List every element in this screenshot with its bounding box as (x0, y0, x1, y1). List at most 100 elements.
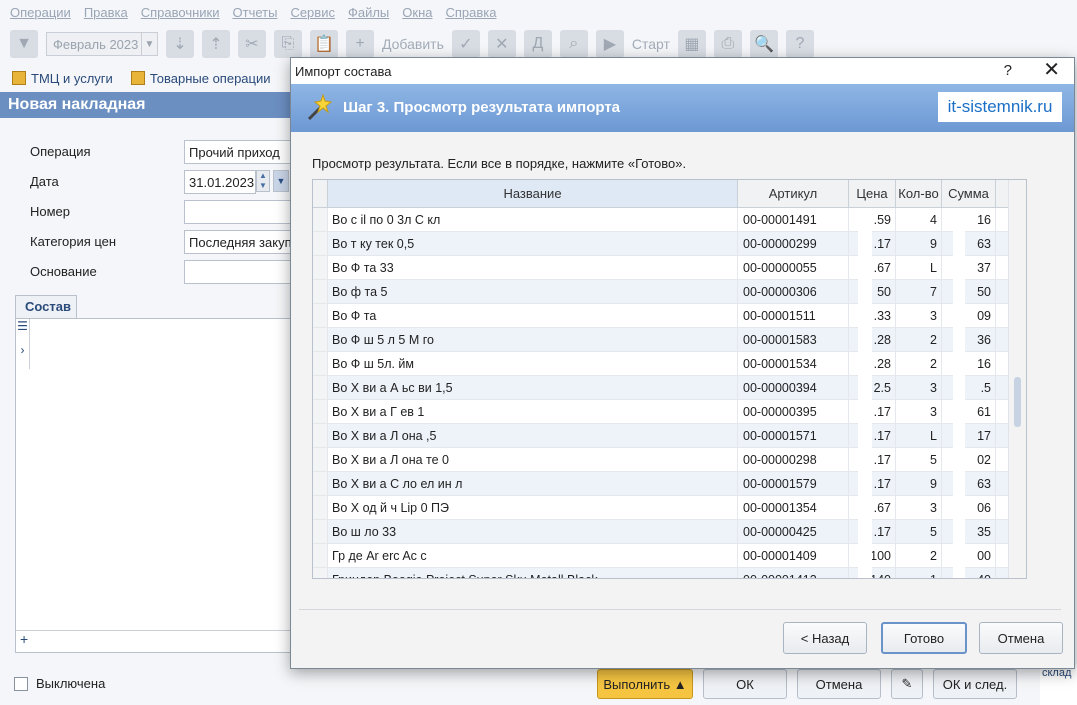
basis-field[interactable] (184, 260, 300, 284)
cell-sum: 16 (942, 352, 996, 375)
cut-icon[interactable]: ✂ (238, 30, 266, 58)
number-field[interactable] (184, 200, 300, 224)
table-row[interactable]: Во с il по 0 3л С кл 00-00001491.59 4 16 (313, 208, 1026, 232)
table-row[interactable]: Во ш ло 33 00-00000425.17 5 35 (313, 520, 1026, 544)
done-button[interactable]: Готово (881, 622, 967, 654)
date-spinner[interactable]: ▲ ▼ (256, 170, 270, 192)
copy-icon[interactable]: ⎘ (274, 30, 302, 58)
play-icon[interactable]: ▶ (595, 30, 624, 58)
cell-name: Во Ф та (328, 304, 738, 327)
scrollbar-thumb[interactable] (1014, 377, 1021, 427)
column-price[interactable]: Цена (849, 180, 896, 207)
execute-button[interactable]: Выполнить ▲ (597, 669, 693, 699)
check-icon[interactable]: ✓ (451, 30, 480, 58)
calculator-icon[interactable]: ▦ (677, 30, 706, 58)
price-category-field[interactable]: Последняя закуп (184, 230, 300, 254)
filter-icon[interactable]: ▼ (10, 30, 38, 58)
tab-sostav[interactable]: Состав (15, 295, 77, 319)
debit-credit-icon[interactable]: Д (523, 30, 552, 58)
start-label[interactable]: Старт (632, 36, 670, 52)
table-row[interactable]: Во Х ви а Л она те 0 00-00000298.17 5 02 (313, 448, 1026, 472)
menu-item-windows[interactable]: Окна (402, 5, 432, 20)
cancel-button[interactable]: Отмена (979, 622, 1063, 654)
menu-lines-icon[interactable]: ☰ (16, 319, 29, 333)
cell-sku: 00-00000425 (738, 520, 849, 543)
table-row[interactable]: Во Х ви а А ьс ви 1,5 00-00000394 2.5 3.5 (313, 376, 1026, 400)
table-row[interactable]: Во Ф ш 5л. йм 00-00001534.28 2 16 (313, 352, 1026, 376)
cell-price: .28 (849, 328, 896, 351)
row-selector (313, 328, 328, 351)
cell-name: Во Ф та 33 (328, 256, 738, 279)
cell-name: Во Х ви а А ьс ви 1,5 (328, 376, 738, 399)
table-row[interactable]: Гриндер Boogie Project Super Sku Metall … (313, 568, 1026, 578)
delete-icon[interactable]: ✕ (487, 30, 516, 58)
row-selector (313, 400, 328, 423)
row-selector (313, 544, 328, 567)
column-sku[interactable]: Артикул (738, 180, 849, 207)
operation-field[interactable]: Прочий приход (184, 140, 300, 164)
dialog-titlebar: Импорт состава ? ✕ (291, 58, 1074, 84)
menu-item-edit[interactable]: Правка (84, 5, 128, 20)
date-field[interactable]: 31.01.2023 (184, 170, 256, 194)
cell-price: .17 (849, 400, 896, 423)
table-row[interactable]: Во т ку тек 0,5 00-00000299.17 9 63 (313, 232, 1026, 256)
table-row[interactable]: Во Ф ш 5 л 5 М го 00-00001583.28 2 36 (313, 328, 1026, 352)
column-name[interactable]: Название (328, 180, 738, 207)
cell-price: .17 (849, 520, 896, 543)
menu-item-operations[interactable]: Операции (10, 5, 71, 20)
menu-item-references[interactable]: Справочники (141, 5, 220, 20)
table-row[interactable]: Во Ф та 00-00001511.33 3 09 (313, 304, 1026, 328)
cell-sum: 16 (942, 208, 996, 231)
printer-icon[interactable]: ⎙ (713, 30, 742, 58)
menu-item-files[interactable]: Файлы (348, 5, 389, 20)
preview-icon[interactable]: 🔍 (749, 30, 778, 58)
table-row[interactable]: Во Х ви а Л она ,5 00-00001571.17 L 17 (313, 424, 1026, 448)
add-row-icon[interactable]: + (16, 630, 304, 652)
cell-sum: 63 (942, 472, 996, 495)
tab-goods-services[interactable]: ТМЦ и услуги (12, 71, 113, 86)
vertical-scrollbar[interactable] (1008, 180, 1026, 578)
column-qty[interactable]: Кол-во (896, 180, 942, 207)
column-sum[interactable]: Сумма (942, 180, 996, 207)
paste-icon[interactable]: 📋 (310, 30, 338, 58)
ok-next-button[interactable]: ОК и след. (933, 669, 1017, 699)
cell-sku: 00-00001354 (738, 496, 849, 519)
table-row[interactable]: Во Х ви а С ло ел ин л 00-00001579.17 9 63 (313, 472, 1026, 496)
period-select[interactable]: Февраль 2023 ▼ (46, 32, 158, 56)
cell-sum: 50 (942, 280, 996, 303)
table-row[interactable]: Во Ф та 33 00-00000055.67 L 37 (313, 256, 1026, 280)
plus-icon[interactable]: + (346, 30, 374, 58)
export-icon[interactable]: ⇡ (202, 30, 230, 58)
ok-button[interactable]: ОК (703, 669, 787, 699)
table-row[interactable]: Во Х од й ч Lip 0 ПЭ 00-00001354.67 3 06 (313, 496, 1026, 520)
tab-goods-operations[interactable]: Товарные операции (130, 70, 271, 86)
add-label[interactable]: Добавить (382, 36, 444, 52)
table-row[interactable]: Гр де Ar erc Ac c 00-00001409 100 2 00 (313, 544, 1026, 568)
cell-sku: 00-00001579 (738, 472, 849, 495)
pen-icon[interactable]: ✎ (891, 669, 923, 699)
period-value: Февраль 2023 (53, 36, 139, 52)
cell-qty: 4 (896, 208, 942, 231)
date-label: Дата (30, 174, 59, 189)
import-icon[interactable]: ⇣ (166, 30, 194, 58)
cell-qty: 9 (896, 472, 942, 495)
help-icon[interactable]: ? (785, 30, 814, 58)
cell-sku: 00-00001491 (738, 208, 849, 231)
disabled-checkbox[interactable] (14, 676, 28, 691)
disabled-checkbox-row[interactable]: Выключена (14, 676, 105, 691)
cell-name: Во Х ви а С ло ел ин л (328, 472, 738, 495)
cell-qty: 5 (896, 520, 942, 543)
cancel-button[interactable]: Отмена (797, 669, 881, 699)
date-dropdown-icon[interactable]: ▼ (273, 170, 289, 192)
table-row[interactable]: Во Х ви а Г ев 1 00-00000395.17 3 61 (313, 400, 1026, 424)
menu-item-service[interactable]: Сервис (290, 5, 335, 20)
back-button[interactable]: < Назад (783, 622, 867, 654)
help-icon[interactable]: ? (1004, 62, 1012, 79)
grid-header: Название Артикул Цена Кол-во Сумма (313, 180, 1026, 208)
tab-label: Товарные операции (149, 70, 271, 86)
table-row[interactable]: Во ф та 5 00-00000306 50 7 50 (313, 280, 1026, 304)
close-icon[interactable]: ✕ (1043, 58, 1060, 82)
menu-item-help[interactable]: Справка (446, 5, 497, 20)
search-icon[interactable]: ⌕ (559, 30, 588, 58)
menu-item-reports[interactable]: Отчеты (233, 5, 278, 20)
